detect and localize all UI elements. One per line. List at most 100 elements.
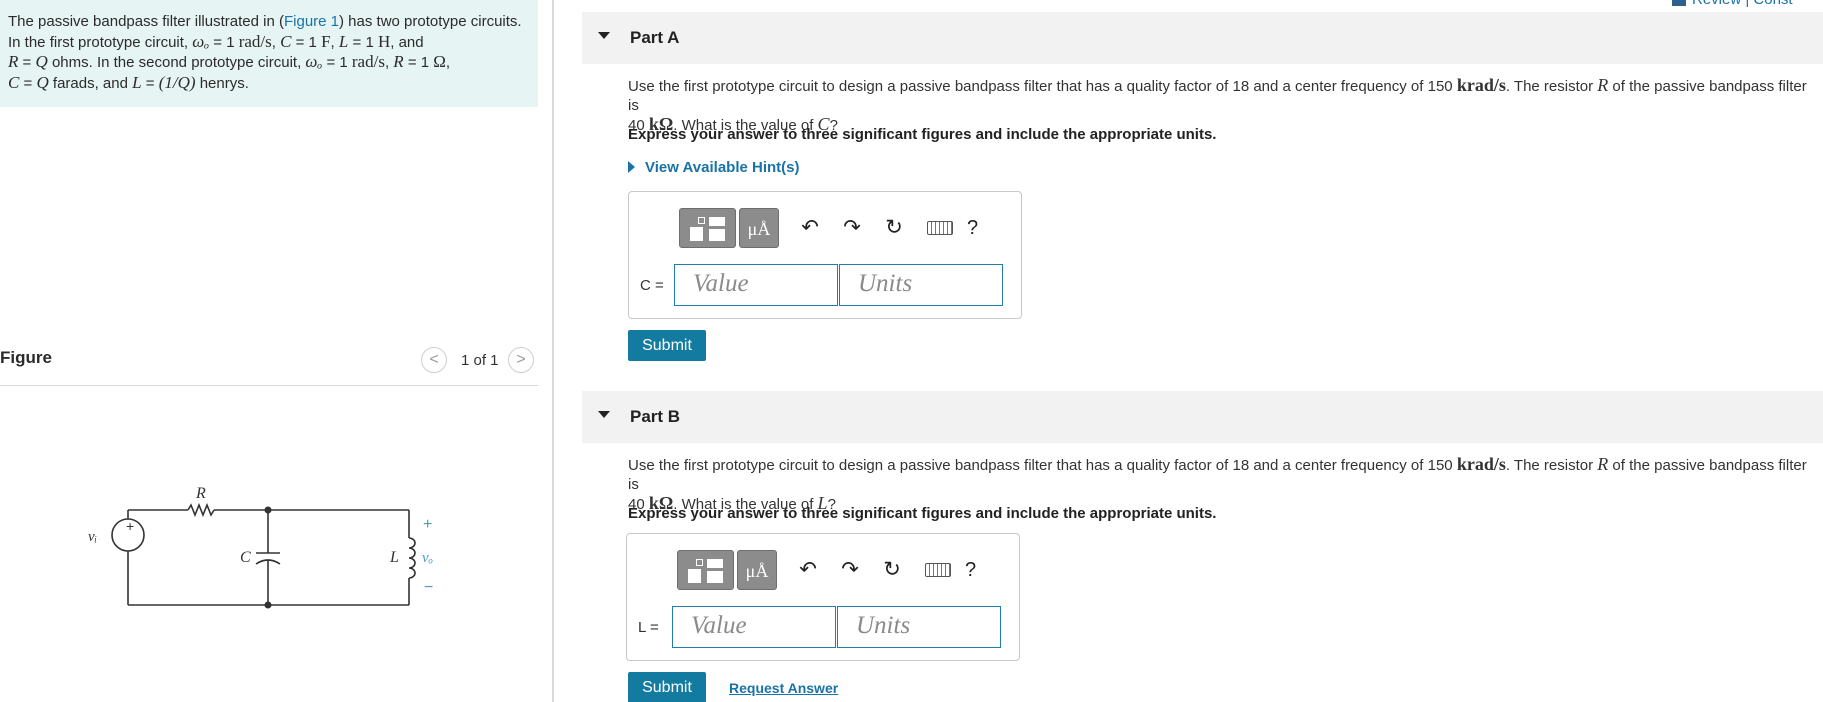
resistor-symbol: R [1597,75,1609,95]
review-link-text[interactable]: Review | Const [1692,0,1793,8]
capacitor-symbol: C [8,72,20,92]
unit: rad/s [238,31,272,51]
label-vi: vᵢ [88,529,97,545]
help-icon[interactable]: ? [965,559,976,582]
resistor-symbol: R [393,52,404,71]
part-b-header[interactable]: Part B [582,391,1823,443]
help-icon[interactable]: ? [967,217,978,240]
unit: Ω [433,52,446,71]
figure-link[interactable]: Figure 1 [284,13,339,30]
intro-text: = 1 [291,33,322,51]
review-icon [1672,0,1686,7]
node [264,506,272,514]
intro-text: , and [390,33,424,51]
intro-text: = 1 [348,33,378,51]
part-b-submit-button[interactable]: Submit [628,672,706,702]
part-a-submit-button[interactable]: Submit [628,330,706,361]
one-over-q: (1/Q) [158,72,196,92]
problem-intro: The passive bandpass filter illustrated … [0,0,538,107]
node [264,601,272,609]
units-input[interactable]: Units [837,606,1001,648]
value-input[interactable]: Value [672,606,836,648]
chevron-right-icon[interactable]: > [508,347,534,373]
templates-icon[interactable] [679,208,736,248]
circuit-diagram: + R C L vᵢ + vₒ − [88,485,433,609]
intro-text: = 1 [209,33,239,51]
review-link[interactable]: Review | Const [1672,0,1793,8]
pane-divider[interactable] [552,0,554,702]
resistor-symbol: R [1597,454,1609,474]
question-text: Use the first prototype circuit to desig… [628,78,1457,95]
omega-symbol: ωₒ [305,52,323,71]
q-symbol: Q [35,52,48,71]
output-minus: − [424,579,433,596]
reset-icon[interactable]: ↻ [879,208,909,248]
intro-text: = [141,74,159,92]
intro-text: ohms. In the second prototype circuit, [47,54,306,71]
part-a-instructions: Express your answer to three significant… [628,126,1217,143]
units-icon[interactable]: μÅ [737,550,777,590]
intro-text: farads, and [48,74,133,92]
unit: krad/s [1456,454,1506,474]
part-b-title: Part B [630,407,681,426]
hint-label[interactable]: View Available Hint(s) [645,159,800,176]
question-text: Use the first prototype circuit to desig… [628,457,1457,474]
omega-symbol: ωₒ [192,31,210,51]
capacitor-symbol: C [280,31,292,51]
q-symbol: Q [36,72,49,92]
redo-icon[interactable]: ↷ [835,550,865,590]
caret-down-icon[interactable] [598,32,610,39]
undo-icon[interactable]: ↶ [793,550,823,590]
undo-icon[interactable]: ↶ [795,208,825,248]
caret-right-icon [628,161,635,173]
units-icon[interactable]: μÅ [739,208,779,248]
variable-label: L = [638,619,659,636]
label-vo: vₒ [422,550,433,566]
math-toolbar: μÅ ↶ ↷ ↻ ? [679,207,978,249]
unit: rad/s [351,52,385,71]
intro-text: In the first prototype circuit, [8,33,193,51]
intro-text: ) has two prototype circuits. [339,13,522,30]
source-plus: + [126,518,134,534]
intro-text: henrys. [195,74,249,92]
figure-pager: 1 of 1 [461,352,499,369]
part-b-instructions: Express your answer to three significant… [628,505,1217,522]
units-input[interactable]: Units [839,264,1003,306]
part-a-title: Part A [630,28,680,47]
templates-icon[interactable] [677,550,734,590]
request-answer-link[interactable]: Request Answer [729,680,838,696]
question-text: . The resistor [1505,78,1598,95]
figure-title: Figure [0,348,52,367]
label-l: L [389,549,399,566]
resistor [187,502,215,518]
unit: F [321,31,331,51]
inductor-symbol: L [338,31,349,51]
question-text: . The resistor [1505,457,1598,474]
keyboard-icon[interactable] [927,221,953,235]
part-b-answer-box: μÅ ↶ ↷ ↻ ? L = Value Units [626,533,1020,661]
redo-icon[interactable]: ↷ [837,208,867,248]
part-a-header[interactable]: Part A [582,12,1823,64]
value-input[interactable]: Value [674,264,838,306]
label-r: R [195,485,206,502]
reset-icon[interactable]: ↻ [877,550,907,590]
part-a-answer-box: μÅ ↶ ↷ ↻ ? C = Value Units [628,191,1022,319]
math-toolbar: μÅ ↶ ↷ ↻ ? [677,549,976,591]
output-plus: + [423,516,432,533]
caret-down-icon[interactable] [598,411,610,418]
figure-header: Figure < 1 of 1 > [0,347,538,386]
chevron-left-icon[interactable]: < [421,347,447,373]
intro-text: = [18,54,36,71]
intro-text: = 1 [322,54,352,71]
intro-text: , [330,33,339,51]
intro-text: The passive bandpass filter illustrated … [8,13,284,30]
intro-text: = [19,74,37,92]
label-c: C [240,549,251,566]
view-hints-link[interactable]: View Available Hint(s) [628,159,800,176]
keyboard-icon[interactable] [925,563,951,577]
resistor-symbol: R [8,52,19,71]
inductor-symbol: L [132,72,142,92]
intro-text: , [445,54,451,71]
intro-text: , [271,33,281,51]
unit: krad/s [1456,75,1506,95]
